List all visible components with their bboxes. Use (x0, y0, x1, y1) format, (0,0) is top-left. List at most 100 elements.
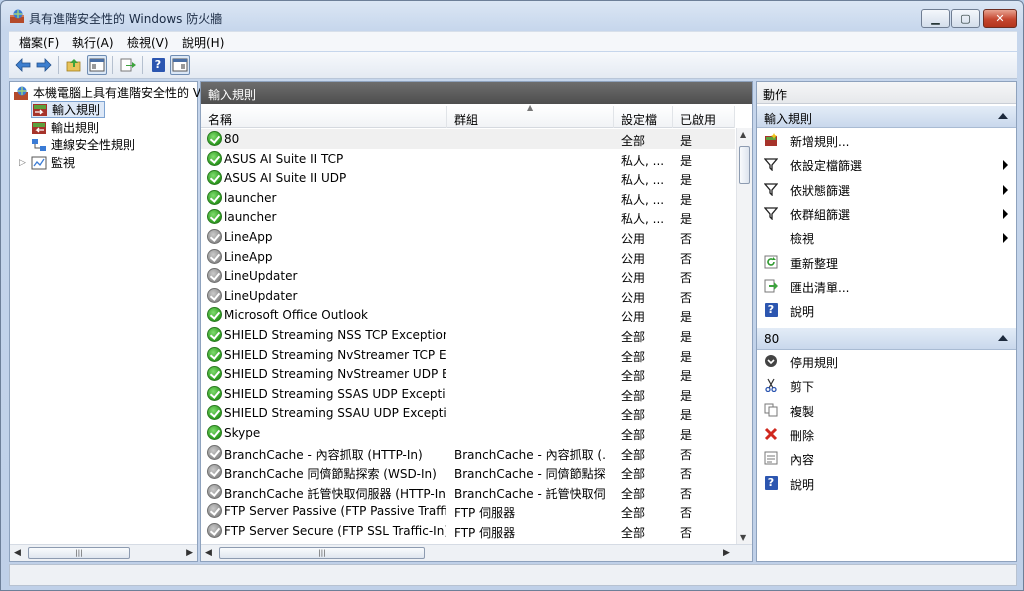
action-filter[interactable]: 依群組篩選 (757, 202, 1016, 224)
action-disable-rule[interactable]: 停用規則 (757, 350, 1016, 372)
rule-profile: 全部 (621, 330, 646, 344)
rule-row[interactable]: Microsoft Office Outlook 公用 是 (201, 305, 735, 325)
rule-row[interactable]: BranchCache 同儕節點探索 (WSD-In) BranchCache -… (201, 462, 735, 482)
minimize-button[interactable]: ▁ (921, 9, 950, 28)
action-help[interactable]: ? 說明 (757, 299, 1016, 321)
console-tree: 本機電腦上具有進階安全性的 V 輸入規則 輸出規則 連線安全性規則 ▷ 監視 ◀… (9, 81, 201, 562)
actions-section-selected-rule[interactable]: 80 (757, 328, 1016, 350)
maximize-button[interactable]: ▢ (951, 9, 980, 28)
column-header-group[interactable]: 群組 ▲ (447, 103, 614, 128)
show-hide-action-pane-button[interactable] (170, 55, 190, 75)
forward-button[interactable] (34, 55, 54, 75)
tree-root[interactable]: 本機電腦上具有進階安全性的 V (13, 84, 201, 101)
rule-row[interactable]: ASUS AI Suite II UDP 私人, ... 是 (201, 168, 735, 188)
rule-row[interactable]: SHIELD Streaming SSAU UDP Exception 全部 是 (201, 403, 735, 423)
scroll-up-icon[interactable]: ▲ (740, 130, 746, 139)
tree-item-inbound-rules[interactable]: 輸入規則 (31, 101, 106, 118)
action-delete[interactable]: 刪除 (757, 423, 1016, 445)
back-button[interactable] (13, 55, 33, 75)
up-folder-icon (66, 59, 81, 72)
action-filter[interactable]: 依設定檔篩選 (757, 153, 1016, 175)
tree-item-outbound-rules[interactable]: 輸出規則 (31, 119, 99, 136)
rule-enabled: 是 (680, 349, 693, 364)
action-new-rule[interactable]: 新增規則... (757, 129, 1016, 151)
menu-action[interactable]: 執行(A) (72, 34, 114, 51)
tree-item-monitoring[interactable]: ▷ 監視 (19, 154, 75, 171)
close-icon: ✕ (995, 12, 1005, 25)
rule-row[interactable]: ASUS AI Suite II TCP 私人, ... 是 (201, 149, 735, 169)
collapse-icon[interactable] (998, 335, 1008, 341)
rule-enabled: 是 (680, 310, 693, 325)
rule-enabled: 否 (680, 447, 693, 462)
up-button[interactable] (64, 55, 84, 75)
menu-help[interactable]: 說明(H) (182, 34, 224, 51)
rule-row[interactable]: launcher 私人, ... 是 (201, 207, 735, 227)
action-label: 刪除 (790, 428, 815, 443)
column-header-name[interactable]: 名稱 (201, 106, 447, 128)
submenu-arrow-icon (1003, 184, 1008, 195)
collapse-icon[interactable] (998, 113, 1008, 119)
scroll-down-icon[interactable]: ▼ (740, 533, 746, 542)
rule-name: BranchCache 託管快取伺服器 (HTTP-In) (224, 486, 446, 501)
rule-row[interactable]: SHIELD Streaming NvStreamer UDP Ex... 全部 是 (201, 364, 735, 384)
rule-enabled: 否 (680, 251, 693, 266)
rule-enabled: 否 (680, 232, 693, 246)
column-header-profile[interactable]: 設定檔 (614, 106, 673, 128)
action-label: 重新整理 (790, 256, 839, 271)
rule-row[interactable]: BranchCache - 內容抓取 (HTTP-In) BranchCache … (201, 443, 735, 463)
disabled-rule-icon (207, 229, 222, 244)
enabled-rule-icon (207, 131, 222, 146)
rule-enabled: 是 (680, 388, 693, 403)
tree-item-label: 監視 (51, 156, 76, 170)
rule-row[interactable]: LineApp 公用 否 (201, 227, 735, 247)
column-header-group-label: 群組 (454, 113, 479, 127)
action-help[interactable]: ? 說明 (757, 472, 1016, 494)
actions-title: 動作 (757, 82, 1016, 104)
help-button[interactable]: ? (148, 55, 168, 75)
rule-row[interactable]: FTP Server Secure (FTP SSL Traffic-In) FT… (201, 521, 735, 541)
rule-row[interactable]: BranchCache 託管快取伺服器 (HTTP-In) BranchCache… (201, 482, 735, 502)
rule-profile: 私人, ... (621, 153, 665, 168)
menu-view[interactable]: 檢視(V) (127, 34, 169, 51)
close-button[interactable]: ✕ (983, 9, 1017, 28)
menu-file[interactable]: 檔案(F) (19, 34, 59, 51)
action-copy[interactable]: 複製 (757, 399, 1016, 421)
rule-row[interactable]: SHIELD Streaming NvStreamer TCP Ex... 全部 是 (201, 345, 735, 365)
title-bar[interactable]: 具有進階安全性的 Windows 防火牆 ▁ ▢ ✕ (1, 1, 1023, 31)
rules-pane: 輸入規則 名稱 群組 ▲ 設定檔 已啟用 80 全部是 ASUS AI Suite … (200, 81, 753, 562)
tree-item-connection-security-rules[interactable]: 連線安全性規則 (31, 136, 135, 153)
action-view[interactable]: 檢視 (757, 226, 1016, 248)
rules-vertical-scrollbar[interactable]: ▲ ▼ (736, 128, 752, 544)
submenu-arrow-icon (1003, 233, 1008, 244)
rule-row[interactable]: SHIELD Streaming SSAS UDP Exception 全部 是 (201, 384, 735, 404)
rule-row[interactable]: LineUpdater 公用 否 (201, 286, 735, 306)
actions-section-inbound-rules[interactable]: 輸入規則 (757, 106, 1016, 128)
export-button[interactable] (118, 55, 138, 75)
expand-icon[interactable]: ▷ (19, 158, 31, 168)
tree-horizontal-scrollbar[interactable]: ◀ ||| ▶ (10, 544, 197, 561)
rule-row[interactable]: 80 全部 是 (201, 129, 735, 149)
column-header-enabled[interactable]: 已啟用 (673, 106, 735, 128)
submenu-arrow-icon (1003, 160, 1008, 171)
action-properties[interactable]: 內容 (757, 447, 1016, 469)
rule-row[interactable]: SHIELD Streaming NSS TCP Exception 全部 是 (201, 325, 735, 345)
rule-enabled: 否 (680, 467, 693, 482)
rule-profile: 公用 (621, 251, 646, 266)
action-refresh[interactable]: 重新整理 (757, 251, 1016, 273)
action-cut[interactable]: 剪下 (757, 374, 1016, 396)
scroll-thumb[interactable] (739, 146, 750, 184)
rule-row[interactable]: LineUpdater 公用 否 (201, 266, 735, 286)
action-export[interactable]: 匯出清單... (757, 275, 1016, 297)
rule-row[interactable]: LineApp 公用 否 (201, 247, 735, 267)
help-icon: ? (151, 58, 165, 72)
show-hide-tree-button[interactable] (87, 55, 107, 75)
action-filter[interactable]: 依狀態篩選 (757, 178, 1016, 200)
rules-horizontal-scrollbar[interactable]: ◀ ||| ▶ (201, 544, 752, 561)
rule-profile: 私人, ... (621, 192, 665, 207)
rule-enabled: 是 (680, 134, 693, 148)
rule-row[interactable]: launcher 私人, ... 是 (201, 188, 735, 208)
rule-row[interactable]: FTP Server Passive (FTP Passive Traffic-… (201, 501, 735, 521)
rule-row[interactable]: Skype 全部 是 (201, 423, 735, 443)
rule-name: LineUpdater (224, 269, 298, 284)
action-label: 說明 (790, 305, 815, 320)
